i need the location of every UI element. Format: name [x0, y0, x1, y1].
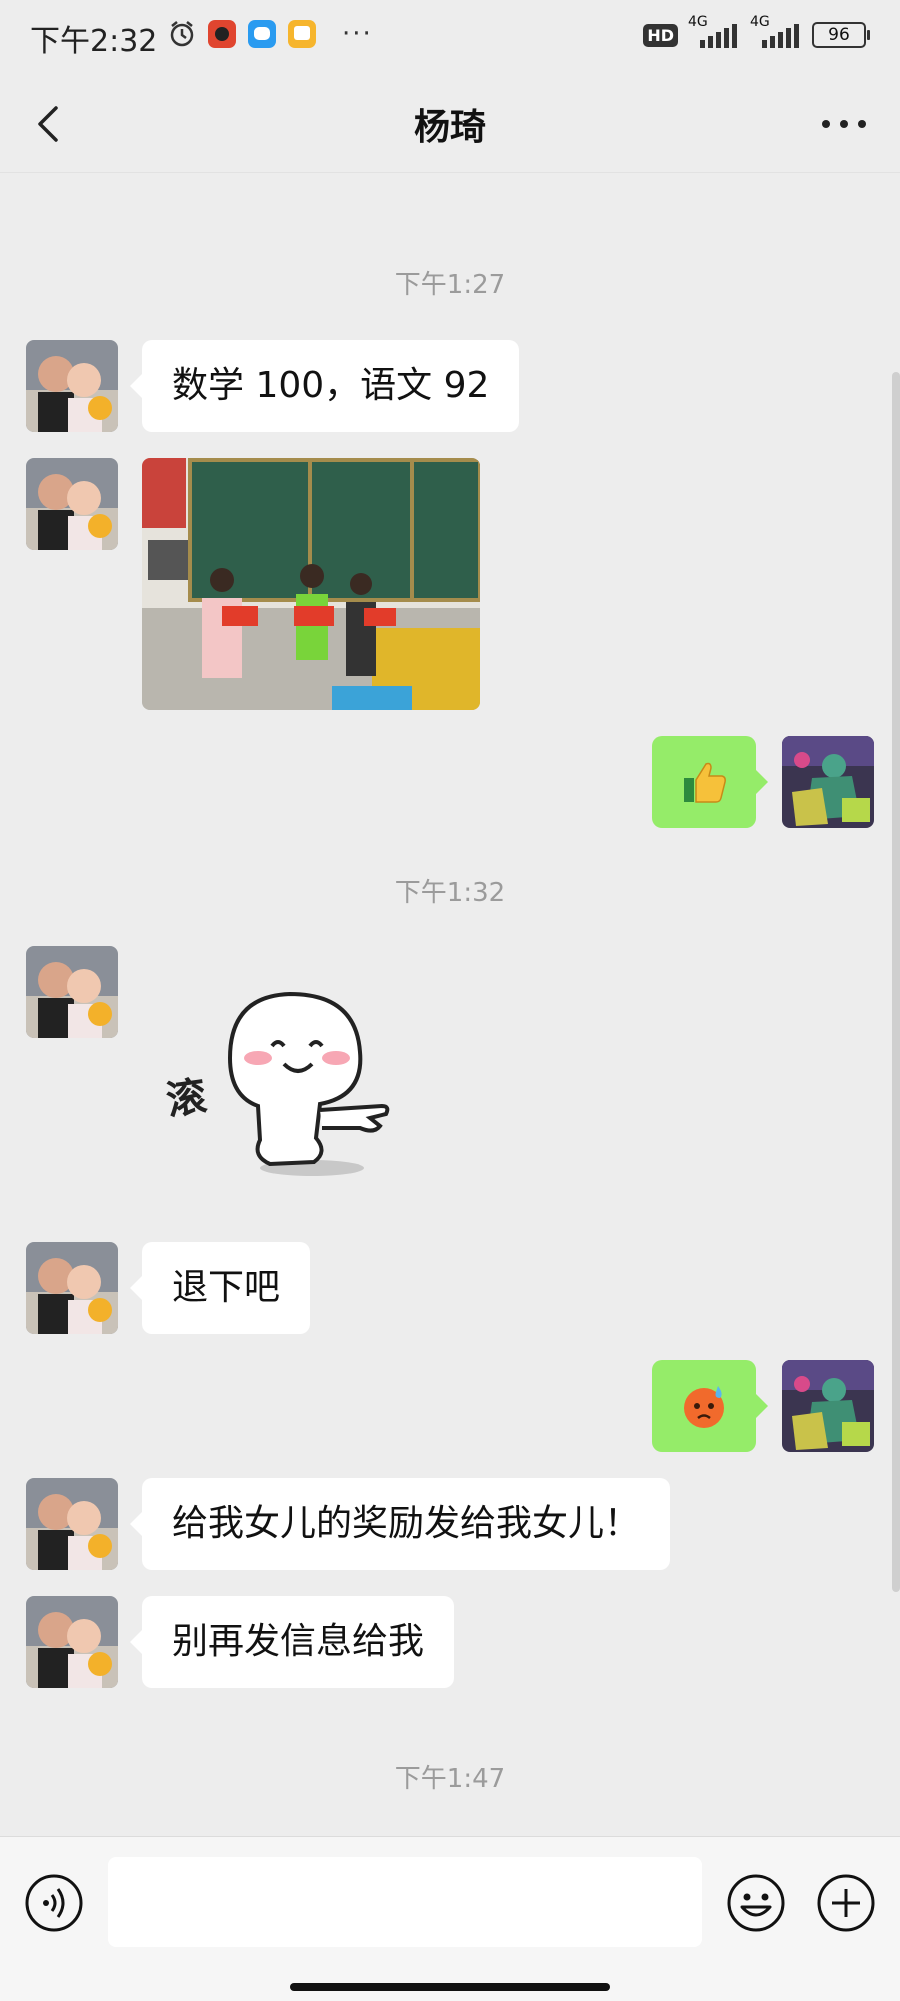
message-text: 数学 100，语文 92: [172, 365, 490, 406]
cellular-signal-2: 4G: [750, 14, 802, 50]
chat-app-icon: [288, 20, 316, 48]
alarm-clock-icon: [170, 21, 194, 47]
avatar-photo: [26, 1478, 118, 1570]
contact-avatar[interactable]: [26, 458, 118, 550]
more-functions-plus-icon[interactable]: [816, 1873, 876, 1933]
white-blob-character-icon: [227, 991, 390, 1176]
contact-avatar[interactable]: [26, 340, 118, 432]
signal-bars-icon: [762, 24, 799, 48]
emoji-picker-icon[interactable]: [726, 1873, 786, 1933]
message-app-icon: [248, 20, 276, 48]
message-text: 给我女儿的奖励发给我女儿！: [172, 1503, 641, 1544]
message-list[interactable]: 下午1:27 数学 100，语文 92 下午1:32 滚 退下吧 给我女儿的奖励…: [0, 172, 900, 1836]
status-system-icons: HD 4G 4G 96: [643, 14, 870, 50]
more-options-icon[interactable]: [816, 106, 872, 142]
my-avatar[interactable]: [782, 1360, 874, 1452]
sent-message-bubble[interactable]: [652, 1360, 768, 1452]
signal-bars-icon: [700, 24, 737, 48]
contact-avatar[interactable]: [26, 1242, 118, 1334]
avatar-photo: [26, 340, 118, 432]
status-notification-icons: ···: [168, 20, 373, 48]
received-message-bubble[interactable]: 数学 100，语文 92: [129, 340, 520, 432]
message-text: 退下吧: [172, 1267, 281, 1308]
contact-avatar[interactable]: [26, 946, 118, 1038]
avatar-photo: [26, 1242, 118, 1334]
avatar-photo: [782, 1360, 874, 1452]
sent-message-bubble[interactable]: [652, 736, 768, 828]
contact-avatar[interactable]: [26, 1478, 118, 1570]
contact-avatar[interactable]: [26, 1596, 118, 1688]
chat-header: 杨琦: [0, 76, 900, 173]
battery-level: 96: [828, 25, 850, 45]
message-input-bar: [0, 1836, 900, 2001]
received-message-bubble[interactable]: 别再发信息给我: [129, 1596, 455, 1688]
chat-title: 杨琦: [413, 107, 486, 148]
status-time: 下午2:32: [30, 24, 158, 59]
status-bar: 下午2:32 ··· HD 4G 4G 96: [0, 0, 900, 76]
message-input[interactable]: [108, 1857, 702, 1947]
cellular-signal-1: 4G: [688, 14, 740, 50]
message-text: 别再发信息给我: [172, 1621, 425, 1662]
message-timestamp: 下午1:27: [394, 270, 506, 300]
avatar-photo: [782, 736, 874, 828]
sticker-message[interactable]: 滚: [160, 988, 420, 1178]
thumbs-up-icon: [684, 762, 726, 803]
message-timestamp: 下午1:32: [394, 878, 506, 908]
avatar-photo: [26, 1596, 118, 1688]
classroom-photo: [142, 458, 480, 710]
home-indicator[interactable]: [290, 1983, 610, 1991]
music-app-icon: [208, 20, 236, 48]
photo-message[interactable]: [142, 458, 480, 710]
battery-icon: 96: [812, 22, 870, 48]
chat-scrollbar[interactable]: [892, 372, 900, 1592]
message-timestamp: 下午1:47: [394, 1764, 506, 1794]
more-notifications-icon: ···: [342, 19, 373, 49]
hd-voice-badge: HD: [643, 23, 678, 47]
received-message-bubble[interactable]: 退下吧: [129, 1242, 311, 1334]
avatar-photo: [26, 458, 118, 550]
my-avatar[interactable]: [782, 736, 874, 828]
voice-input-icon[interactable]: [24, 1873, 84, 1933]
sweat-face-icon: [684, 1386, 724, 1428]
received-message-bubble[interactable]: 给我女儿的奖励发给我女儿！: [129, 1478, 671, 1570]
avatar-photo: [26, 946, 118, 1038]
